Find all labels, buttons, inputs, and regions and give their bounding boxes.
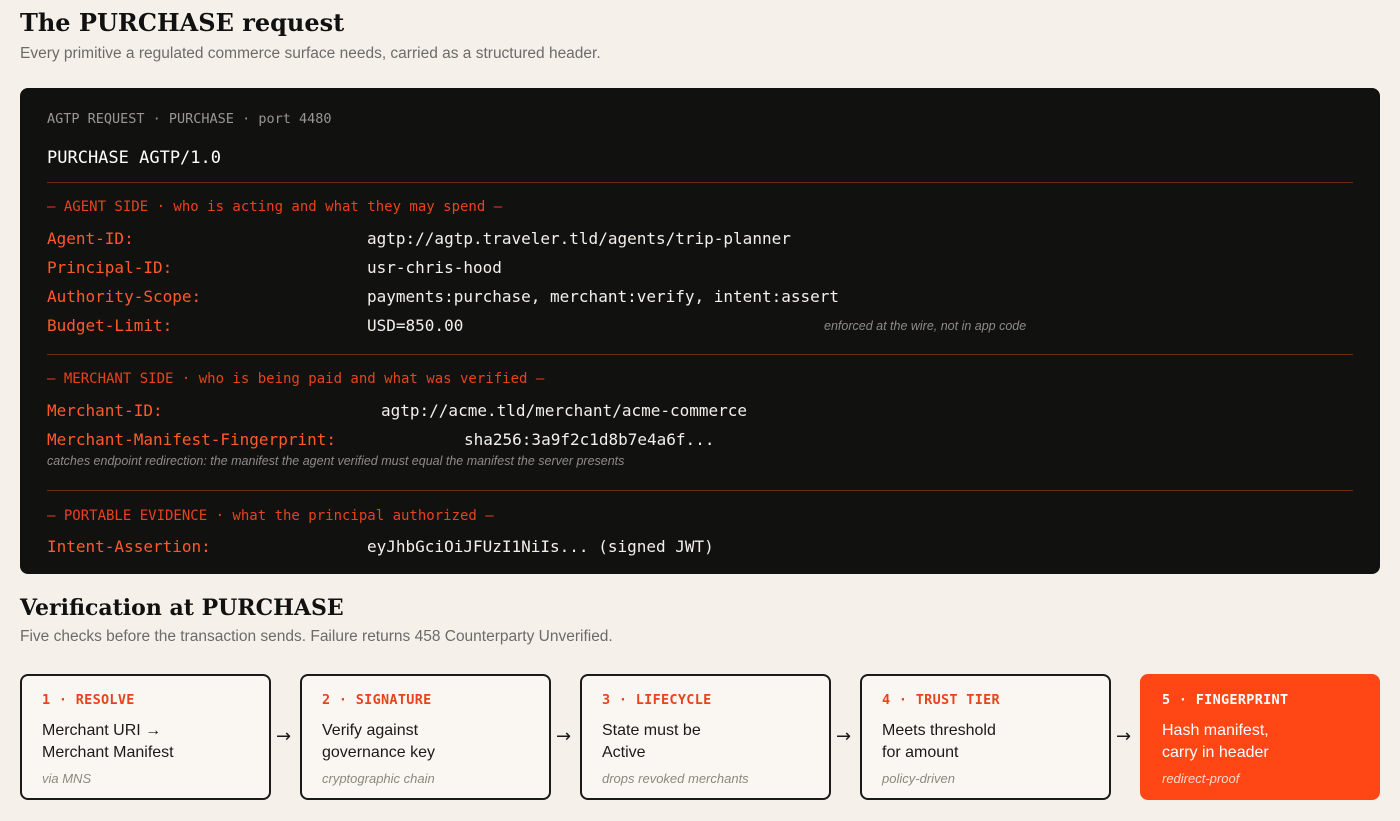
section-divider xyxy=(47,182,1353,183)
request-label: AGTP REQUEST · PURCHASE · port 4480 xyxy=(47,111,332,127)
intent-assertion-value: eyJhbGciOiJFUzI1NiIs... (signed JWT) xyxy=(367,537,714,556)
right-arrow-icon: → xyxy=(1116,726,1132,747)
merchant-id-value: agtp://acme.tld/merchant/acme-commerce xyxy=(381,401,748,420)
step-description: Hash manifest, carry in header xyxy=(1162,722,1269,761)
step-footnote: redirect-proof xyxy=(1162,771,1240,786)
budget-limit-value: USD=850.00 xyxy=(367,316,464,335)
step-footnote: cryptographic chain xyxy=(322,771,435,786)
right-arrow-icon: → xyxy=(836,726,852,747)
verification-title: Verification at PURCHASE xyxy=(20,595,344,621)
step-number: 4 · TRUST TIER xyxy=(882,692,1000,708)
merchant-note: catches endpoint redirection: the manife… xyxy=(47,454,625,468)
principal-id-value: usr-chris-hood xyxy=(367,258,502,277)
right-arrow-icon: → xyxy=(556,726,572,747)
step-footnote: policy-driven xyxy=(882,771,955,786)
section-divider xyxy=(47,354,1353,355)
authority-scope-key: Authority-Scope: xyxy=(47,287,202,306)
request-line: PURCHASE AGTP/1.0 xyxy=(47,148,221,168)
manifest-fingerprint-key: Merchant-Manifest-Fingerprint: xyxy=(47,430,336,449)
step-number: 5 · FINGERPRINT xyxy=(1162,692,1289,708)
step-number: 1 · RESOLVE xyxy=(42,692,135,708)
budget-limit-note: enforced at the wire, not in app code xyxy=(824,319,1027,333)
verification-subtitle: Five checks before the transaction sends… xyxy=(20,628,613,645)
step-description: Merchant URI → Merchant Manifest xyxy=(42,722,174,761)
step-card-signature: 2 · SIGNATURE Verify against governance … xyxy=(300,674,551,800)
budget-limit-key: Budget-Limit: xyxy=(47,316,173,335)
authority-scope-value: payments:purchase, merchant:verify, inte… xyxy=(367,287,840,306)
step-card-trust-tier: 4 · TRUST TIER Meets threshold for amoun… xyxy=(860,674,1111,800)
step-description: Verify against governance key xyxy=(322,722,435,761)
step-description: Meets threshold for amount xyxy=(882,722,996,761)
agent-id-value: agtp://agtp.traveler.tld/agents/trip-pla… xyxy=(367,229,791,248)
step-card-lifecycle: 3 · LIFECYCLE State must be Active drops… xyxy=(580,674,831,800)
agent-id-key: Agent-ID: xyxy=(47,229,134,248)
evidence-section-label: — PORTABLE EVIDENCE · what the principal… xyxy=(47,508,494,524)
step-footnote: via MNS xyxy=(42,771,92,786)
step-card-resolve: 1 · RESOLVE Merchant URI → Merchant Mani… xyxy=(20,674,271,800)
manifest-fingerprint-value: sha256:3a9f2c1d8b7e4a6f... xyxy=(464,430,715,449)
request-code-panel: AGTP REQUEST · PURCHASE · port 4480 PURC… xyxy=(20,88,1380,574)
intent-assertion-key: Intent-Assertion: xyxy=(47,537,211,556)
step-card-fingerprint: 5 · FINGERPRINT Hash manifest, carry in … xyxy=(1140,674,1380,800)
right-arrow-icon: → xyxy=(276,726,292,747)
principal-id-key: Principal-ID: xyxy=(47,258,173,277)
page-subtitle: Every primitive a regulated commerce sur… xyxy=(20,45,601,62)
agent-section-label: — AGENT SIDE · who is acting and what th… xyxy=(47,199,503,215)
step-footnote: drops revoked merchants xyxy=(602,771,749,786)
step-number: 2 · SIGNATURE xyxy=(322,692,432,708)
merchant-section-label: — MERCHANT SIDE · who is being paid and … xyxy=(47,371,545,387)
section-divider xyxy=(47,490,1353,491)
step-description: State must be Active xyxy=(602,722,701,761)
step-number: 3 · LIFECYCLE xyxy=(602,692,712,708)
merchant-id-key: Merchant-ID: xyxy=(47,401,163,420)
page-title: The PURCHASE request xyxy=(20,8,345,37)
